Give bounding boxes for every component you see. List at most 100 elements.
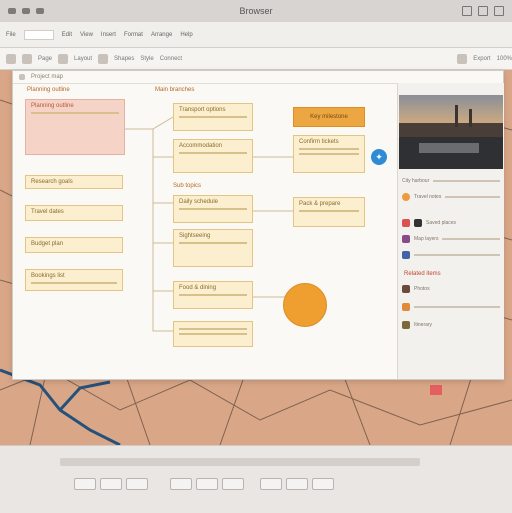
- panel-row[interactable]: Map layers: [402, 233, 500, 245]
- panel-row[interactable]: [402, 249, 500, 261]
- panel-row-label: City harbour: [402, 178, 430, 184]
- dock-button[interactable]: [74, 478, 96, 490]
- image-icon[interactable]: [457, 53, 468, 64]
- bird-icon[interactable]: ✦: [371, 149, 387, 165]
- mid-node-label: Sightseeing: [179, 233, 211, 239]
- mid-node[interactable]: Food & dining: [173, 281, 253, 309]
- tool-style[interactable]: Style: [140, 56, 153, 62]
- cursor-icon[interactable]: [22, 53, 32, 64]
- flag-icon: [402, 219, 410, 227]
- panel-row-label: Travel notes: [414, 194, 442, 200]
- bottom-scrollbar[interactable]: [60, 458, 420, 466]
- mindmap-root-node[interactable]: Planning outline: [25, 99, 125, 155]
- panel-row[interactable]: Photos: [402, 283, 500, 295]
- note-icon: [402, 321, 410, 329]
- star-icon: [402, 303, 410, 311]
- layout-icon[interactable]: [58, 53, 69, 64]
- dock-button[interactable]: [312, 478, 334, 490]
- mid-node-line: [179, 242, 247, 244]
- mid-node-line: [179, 328, 247, 330]
- tool-page[interactable]: Page: [38, 56, 52, 62]
- close-icon[interactable]: [494, 6, 504, 16]
- panel-row-label: Saved places: [426, 220, 457, 226]
- shapes-icon[interactable]: [98, 53, 109, 64]
- app-icon: [19, 74, 25, 80]
- mid-node-label: Food & dining: [179, 285, 217, 291]
- tool-layout[interactable]: Layout: [74, 56, 92, 62]
- milestone-node[interactable]: Key milestone: [293, 107, 365, 127]
- address-field[interactable]: [23, 29, 54, 40]
- panel-row-line: [414, 254, 500, 256]
- panel-row[interactable]: [402, 301, 500, 313]
- minimize-icon[interactable]: [462, 6, 472, 16]
- mid-node[interactable]: Sightseeing: [173, 229, 253, 267]
- dock-button[interactable]: [170, 478, 192, 490]
- circle-node[interactable]: [283, 283, 327, 327]
- panel-row-line: [414, 306, 500, 308]
- menu-view[interactable]: View: [80, 32, 93, 38]
- mid-node[interactable]: Accommodation: [173, 139, 253, 173]
- milestone-label: Key milestone: [310, 114, 348, 120]
- mid-node-label: Accommodation: [179, 143, 223, 149]
- mid-node-extra[interactable]: [173, 321, 253, 347]
- panel-row-line: [445, 196, 500, 198]
- globe-icon: [402, 251, 410, 259]
- menu-format[interactable]: Format: [124, 32, 143, 38]
- panel-row-label: Map layers: [414, 236, 439, 242]
- panel-row-line: [442, 238, 500, 240]
- mid-node-label: Daily schedule: [179, 199, 219, 205]
- left-node[interactable]: Research goals: [25, 175, 123, 189]
- panel-row[interactable]: Itinerary: [402, 319, 500, 331]
- panel-section-title: Related items: [404, 271, 441, 277]
- right-node-label: Pack & prepare: [299, 201, 341, 207]
- app-window: Project map Planning outline Planning ou…: [12, 70, 504, 380]
- tool-export[interactable]: Export: [473, 56, 490, 62]
- tool-connect[interactable]: Connect: [160, 56, 182, 62]
- menu-insert[interactable]: Insert: [101, 32, 116, 38]
- mid-node[interactable]: Daily schedule: [173, 195, 253, 223]
- mindmap-canvas[interactable]: Planning outline Planning outline Resear…: [13, 83, 398, 379]
- panel-row[interactable]: City harbour: [402, 175, 500, 187]
- mid-node-line: [179, 152, 247, 154]
- left-node-label: Travel dates: [31, 209, 64, 215]
- mid-node-label: Transport options: [179, 107, 226, 113]
- icon-toolbar: Page Layout Shapes Style Connect Export …: [0, 48, 512, 70]
- dock-button[interactable]: [222, 478, 244, 490]
- right-node-line: [299, 148, 359, 150]
- layers-icon: [402, 235, 410, 243]
- root-header: Planning outline: [27, 87, 70, 93]
- pin-icon: [402, 193, 410, 201]
- mid-node[interactable]: Transport options: [173, 103, 253, 131]
- dock-button[interactable]: [260, 478, 282, 490]
- maximize-icon[interactable]: [478, 6, 488, 16]
- zoom-level[interactable]: 100%: [497, 56, 512, 62]
- menu-help[interactable]: Help: [180, 32, 192, 38]
- tool-shapes[interactable]: Shapes: [114, 56, 134, 62]
- mid-header: Main branches: [155, 87, 195, 93]
- menu-edit[interactable]: Edit: [62, 32, 72, 38]
- panel-row-label: Itinerary: [414, 322, 433, 328]
- panel-row-label: Photos: [414, 286, 430, 292]
- right-panel: City harbour Travel notes Saved places M…: [397, 83, 504, 379]
- left-node[interactable]: Bookings list: [25, 269, 123, 291]
- dock-button[interactable]: [286, 478, 308, 490]
- left-node[interactable]: Budget plan: [25, 237, 123, 253]
- root-node-line: [31, 112, 119, 114]
- menu-toolbar: File Edit View Insert Format Arrange Hel…: [0, 22, 512, 48]
- camera-icon: [414, 219, 422, 227]
- menu-file[interactable]: File: [6, 32, 16, 38]
- menu-arrange[interactable]: Arrange: [151, 32, 172, 38]
- right-node-label: Confirm tickets: [299, 139, 339, 145]
- left-node-label: Budget plan: [31, 241, 64, 247]
- shield-icon[interactable]: [6, 53, 16, 64]
- window-title: Browser: [239, 6, 273, 16]
- left-node[interactable]: Travel dates: [25, 205, 123, 221]
- dock-button[interactable]: [196, 478, 218, 490]
- panel-row[interactable]: Travel notes: [402, 191, 500, 203]
- right-node[interactable]: Pack & prepare: [293, 197, 365, 227]
- panel-row[interactable]: Saved places: [402, 217, 500, 229]
- mid-node-line: [179, 294, 247, 296]
- dock-button[interactable]: [100, 478, 122, 490]
- dock-button[interactable]: [126, 478, 148, 490]
- right-node[interactable]: Confirm tickets: [293, 135, 365, 173]
